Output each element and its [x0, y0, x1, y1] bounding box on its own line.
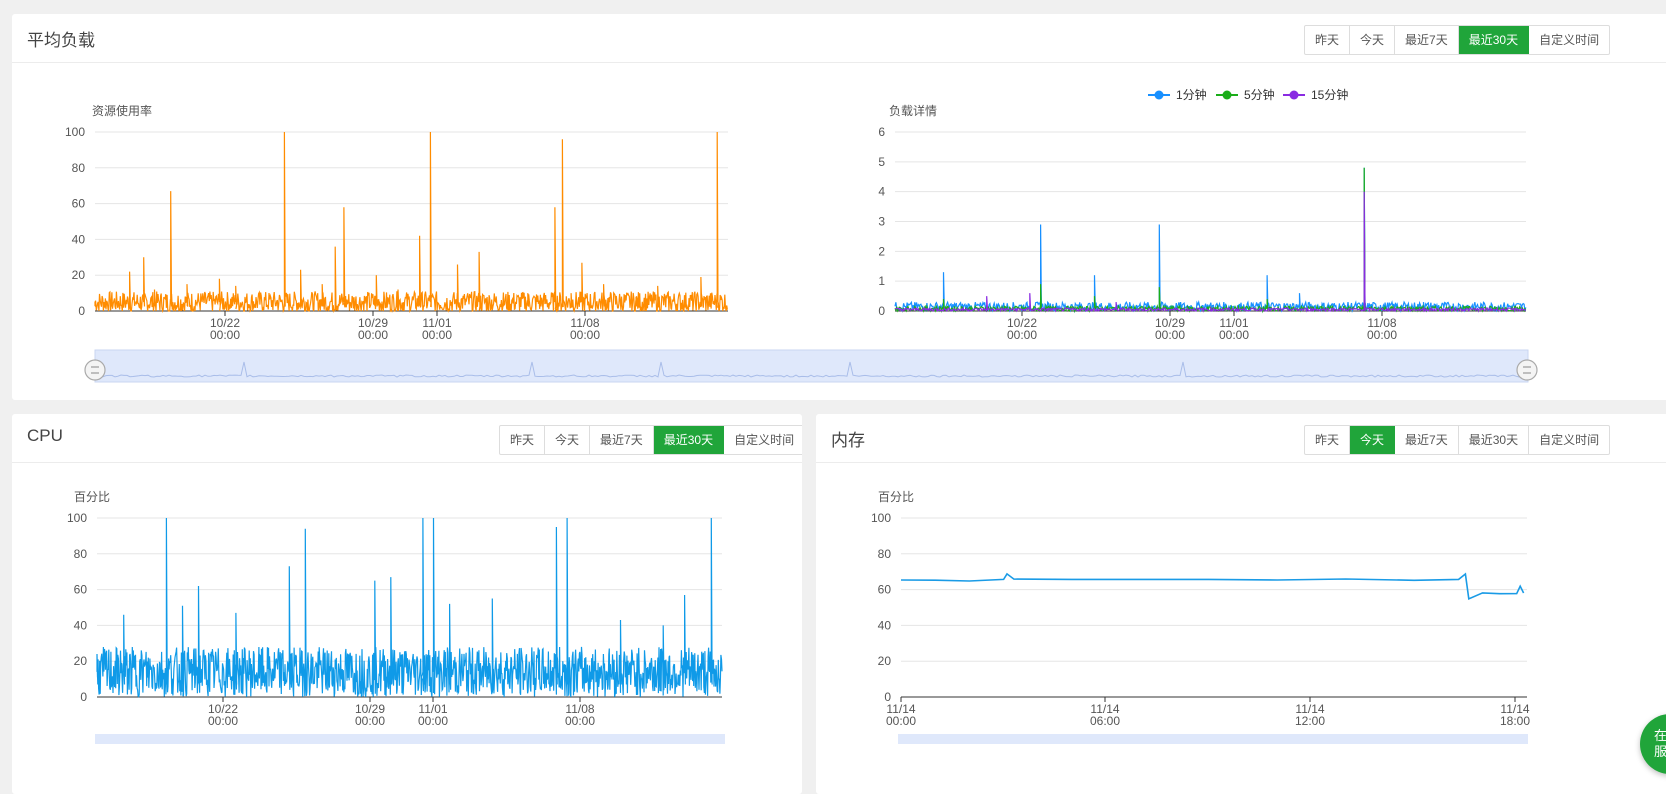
memory-ytick-label: 20	[878, 654, 892, 668]
load-detail-legend-item: 15分钟	[1283, 87, 1348, 102]
load-detail-ytick-label: 1	[878, 274, 885, 288]
memory-ytick-label: 100	[871, 511, 891, 525]
charts-canvas: 020406080100资源使用率10/2200:0010/2900:0011/…	[65, 87, 1538, 744]
load-usage-series-line	[94, 131, 728, 314]
load-datazoom-slider	[84, 349, 1538, 383]
load-detail-ylabel: 负载详情	[889, 103, 937, 118]
memory-ytick-label: 80	[878, 547, 892, 561]
load-detail-legend-item: 1分钟	[1148, 87, 1207, 102]
load-usage-ytick-label: 40	[72, 232, 86, 246]
datazoom-handle-right[interactable]	[1516, 359, 1538, 381]
cpu-xtick-label: 00:00	[565, 714, 595, 728]
legend-marker	[1289, 90, 1299, 100]
load-usage-ytick-label: 0	[78, 304, 85, 318]
memory-xtick-label: 06:00	[1090, 714, 1120, 728]
load-detail-ytick-label: 3	[878, 215, 885, 229]
load-usage-xtick-label: 00:00	[210, 328, 240, 342]
load-usage-ytick-label: 20	[72, 268, 86, 282]
load-detail-xtick-label: 00:00	[1007, 328, 1037, 342]
load-detail-ytick-label: 6	[878, 125, 885, 139]
load-detail-ytick-label: 5	[878, 155, 885, 169]
cpu-datazoom-track	[95, 734, 725, 744]
memory-ylabel: 百分比	[878, 490, 914, 504]
load-usage-xtick-label: 00:00	[422, 328, 452, 342]
handle-knob	[84, 359, 106, 381]
datazoom-track	[94, 349, 1529, 383]
legend-label: 1分钟	[1176, 87, 1207, 102]
memory-xtick-label: 18:00	[1500, 714, 1530, 728]
memory-xtick-label: 00:00	[886, 714, 916, 728]
cpu-xtick-label: 00:00	[355, 714, 385, 728]
memory-series-line	[900, 572, 1525, 600]
load-detail-xtick-label: 00:00	[1155, 328, 1185, 342]
load-detail-xtick-label: 00:00	[1219, 328, 1249, 342]
handle-knob	[1516, 359, 1538, 381]
load-usage-ytick-label: 80	[72, 161, 86, 175]
load-usage-ytick-label: 60	[72, 197, 86, 211]
cpu-ylabel: 百分比	[74, 490, 110, 504]
load-detail-ytick-label: 0	[878, 304, 885, 318]
cpu-series-line	[96, 517, 723, 698]
load-usage-ylabel: 资源使用率	[92, 103, 152, 118]
load-detail-legend-item: 5分钟	[1216, 87, 1275, 102]
cpu-ytick-label: 40	[74, 618, 88, 632]
load-detail-ytick-label: 2	[878, 244, 885, 258]
legend-marker	[1154, 90, 1164, 100]
cpu-xtick-label: 00:00	[418, 714, 448, 728]
memory-ytick-label: 40	[878, 618, 892, 632]
load-detail-ytick-label: 4	[878, 185, 885, 199]
cpu-ytick-label: 0	[80, 690, 87, 704]
datazoom-handle-left[interactable]	[84, 359, 106, 381]
cpu-xtick-label: 00:00	[208, 714, 238, 728]
load-usage-ytick-label: 100	[65, 125, 85, 139]
memory-axes: 020406080100百分比11/1400:0011/1406:0011/14…	[871, 490, 1530, 728]
load-usage-xtick-label: 00:00	[570, 328, 600, 342]
online-service-label: 在线客服	[1654, 728, 1666, 759]
load-usage-xtick-label: 00:00	[358, 328, 388, 342]
load-detail-series-1	[894, 167, 1527, 314]
memory-xtick-label: 12:00	[1295, 714, 1325, 728]
memory-datazoom-track	[898, 734, 1528, 744]
memory-ytick-label: 60	[878, 583, 892, 597]
cpu-ytick-label: 60	[74, 583, 88, 597]
cpu-ytick-label: 80	[74, 547, 88, 561]
load-detail-series-2	[894, 167, 1527, 314]
legend-label: 5分钟	[1244, 87, 1275, 102]
cpu-ytick-label: 100	[67, 511, 87, 525]
load-detail-xtick-label: 00:00	[1367, 328, 1397, 342]
legend-marker	[1222, 90, 1232, 100]
cpu-ytick-label: 20	[74, 654, 88, 668]
legend-label: 15分钟	[1311, 87, 1348, 102]
